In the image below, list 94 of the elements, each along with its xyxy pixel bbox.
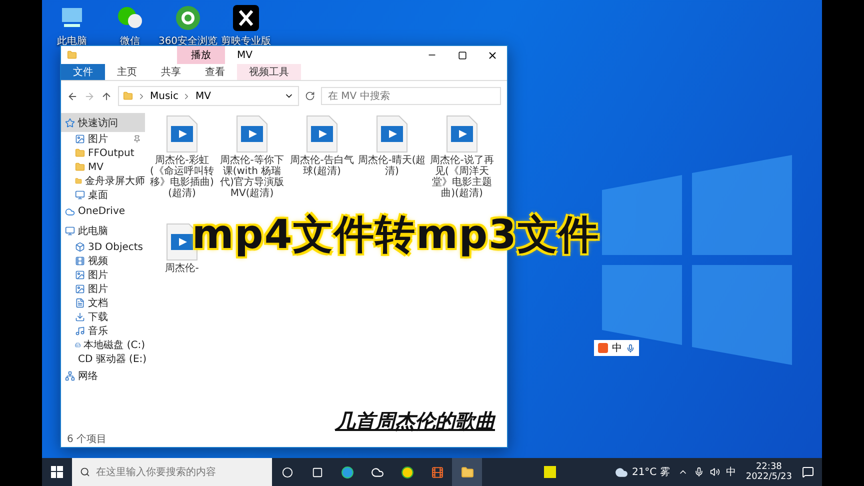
status-text: 6 个项目 (67, 433, 107, 446)
nav-item[interactable]: 音乐 (61, 324, 145, 338)
ime-mode[interactable]: 中 (612, 341, 622, 355)
desktop-icon-label: 剪映专业版 (221, 34, 271, 48)
breadcrumb[interactable]: MV (195, 90, 211, 102)
file-name[interactable]: 周杰伦-告白气球(超清) (287, 155, 357, 177)
sogou-logo-icon (598, 343, 608, 353)
task-view-icon (312, 466, 322, 478)
video-file-icon (166, 115, 198, 153)
video-file-icon (446, 115, 478, 153)
nav-item[interactable]: 此电脑 (61, 221, 145, 240)
ribbon-tab[interactable]: 主页 (105, 64, 149, 80)
ribbon-tab[interactable]: 视频工具 (237, 64, 301, 80)
refresh-icon[interactable] (305, 91, 315, 101)
maximize-icon (458, 50, 466, 60)
folder-icon (75, 162, 85, 172)
nav-item[interactable]: CD 驱动器 (E:) (61, 352, 145, 366)
nav-item[interactable]: 3D Objects (61, 240, 145, 254)
music-icon (75, 326, 85, 336)
nav-item[interactable]: 图片 (61, 268, 145, 282)
circle-icon (282, 466, 292, 478)
star-icon (65, 118, 75, 128)
nav-item[interactable]: 桌面 (61, 188, 145, 202)
ribbon-tab[interactable]: 查看 (193, 64, 237, 80)
file-explorer-button[interactable] (452, 458, 482, 486)
window-title: MV (237, 50, 254, 60)
chevron-right-icon[interactable] (137, 92, 146, 100)
microphone-icon[interactable] (626, 344, 635, 352)
input-mode[interactable]: 中 (726, 465, 736, 479)
cloud-icon (370, 466, 384, 478)
video-file-icon (376, 115, 408, 153)
volume-icon[interactable] (710, 467, 720, 477)
nav-item[interactable]: 下载 (61, 310, 145, 324)
pc-icon (65, 226, 75, 236)
app-icon (544, 466, 556, 478)
download-icon (75, 312, 85, 322)
file-name[interactable]: 周杰伦-说了再见(《周洋天堂》电影主题曲)(超清) (427, 155, 497, 199)
file-name[interactable]: 周杰伦-等你下课(with 杨瑞代)官方导演版MV(超清) (217, 155, 287, 199)
folder-icon (460, 466, 474, 478)
folder-icon (67, 50, 77, 60)
ribbon-tab[interactable]: 共享 (149, 64, 193, 80)
folder-icon (123, 91, 133, 101)
nav-item[interactable]: FFOutput (61, 146, 145, 160)
doc-icon (75, 298, 85, 308)
nav-item[interactable]: MV (61, 160, 145, 174)
desktop-icon-label: 360安全浏览 (158, 34, 218, 48)
notification-icon[interactable] (802, 466, 814, 478)
pictures-icon (75, 134, 85, 144)
network-icon (65, 370, 75, 380)
browser-icon (340, 466, 354, 478)
desktop-icon (75, 190, 85, 200)
address-bar[interactable]: Music MV (118, 86, 299, 106)
scissors-x-icon[interactable] (232, 4, 260, 32)
nav-item[interactable]: 文档 (61, 296, 145, 310)
file-name[interactable]: 周杰伦-晴天(超清) (357, 155, 427, 177)
back-icon[interactable] (67, 90, 78, 102)
weather-text[interactable]: 21°C 雾 (632, 465, 670, 479)
desktop-icon-label: 微信 (120, 35, 140, 48)
nav-item[interactable]: 本地磁盘 (C:) (61, 338, 145, 352)
video-file-icon (236, 115, 268, 153)
clock[interactable]: 22:38 2022/5/23 (736, 462, 802, 482)
circle-icon (400, 466, 414, 478)
context-tab-header[interactable]: 播放 (177, 46, 225, 64)
subtitle: 几首周杰伦的歌曲 (335, 408, 495, 435)
close-icon (486, 50, 498, 60)
windows-logo-icon (51, 466, 63, 478)
taskbar-search-field[interactable]: 在这里输入你要搜索的内容 (72, 458, 272, 486)
folder-icon (75, 148, 85, 158)
pictures-icon (75, 284, 85, 294)
file-name[interactable]: 周杰伦-彩虹 (《命运呼叫转移》电影插曲)(超清) (147, 155, 217, 199)
nav-item[interactable]: 图片 (61, 282, 145, 296)
desktop-icon-label: 此电脑 (57, 34, 87, 48)
video-file-icon (306, 115, 338, 153)
ribbon-tab[interactable]: 文件 (61, 64, 105, 80)
microphone-icon[interactable] (694, 467, 704, 477)
ime-toolbar[interactable]: 中 (594, 340, 639, 356)
breadcrumb[interactable]: Music (150, 90, 178, 102)
nav-item[interactable]: 金舟录屏大师 (61, 174, 145, 188)
nav-item[interactable]: 网络 (61, 366, 145, 385)
pictures-icon (75, 270, 85, 280)
file-name[interactable]: 周杰伦- (165, 263, 199, 274)
film-icon (430, 466, 444, 478)
browser-e-icon[interactable] (174, 4, 202, 32)
nav-item[interactable]: 视频 (61, 254, 145, 268)
cloud-icon (65, 206, 75, 216)
cloud-icon[interactable] (614, 466, 628, 478)
search-field[interactable]: 在 MV 中搜索 (321, 87, 501, 105)
nav-item[interactable]: OneDrive (61, 202, 145, 221)
up-icon[interactable] (101, 90, 112, 102)
folder-icon (75, 176, 82, 186)
cube-icon (75, 242, 85, 252)
video-icon (75, 256, 85, 266)
nav-item[interactable]: 快速访问 (61, 113, 145, 132)
nav-item[interactable]: 图片 (61, 132, 145, 146)
